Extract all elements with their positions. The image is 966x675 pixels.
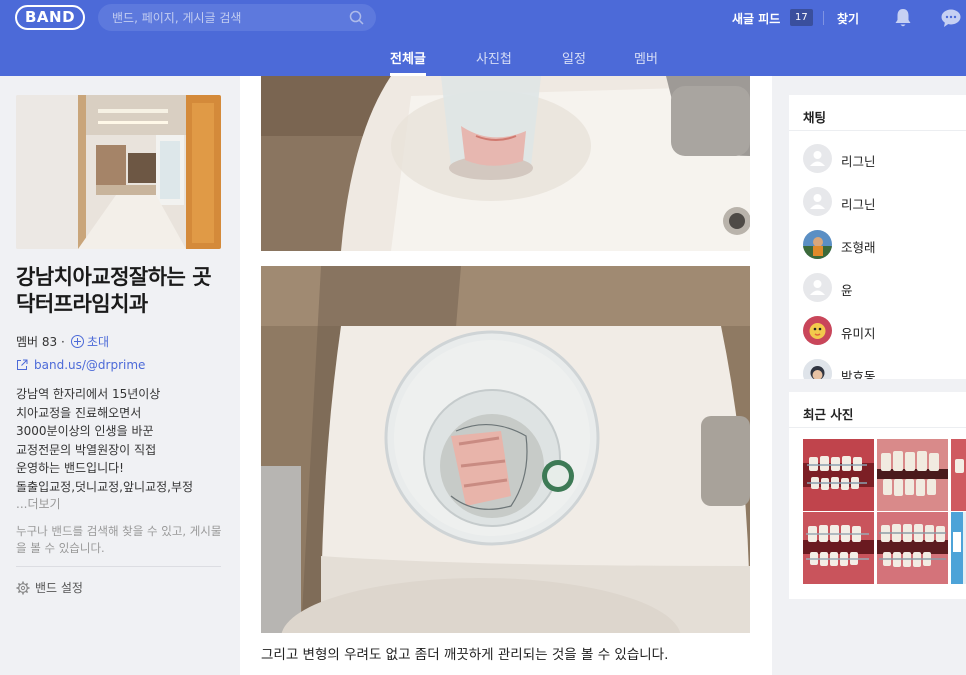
avatar [803,359,832,379]
search-icon[interactable] [349,10,364,25]
search-bar[interactable] [98,4,376,31]
chat-name: 리그닌 [841,154,876,169]
chat-panel-title: 채팅 [803,110,827,125]
tab-calendar[interactable]: 일정 [562,48,586,67]
default-avatar-icon [803,144,832,173]
default-avatar-icon [803,187,832,216]
divider [789,130,966,131]
invite-button[interactable]: 초대 [71,333,109,350]
description-line: 치아교정을 진료해오면서 [16,405,142,420]
search-input[interactable] [112,4,342,31]
band-title: 강남치아교정잘하는 곳 닥터프라임치과 [16,265,212,316]
band-cover-image[interactable] [16,95,221,249]
avatar [803,316,832,345]
band-logo[interactable]: BAND [15,5,85,30]
right-sidebar: 채팅 리그닌 리그닌 조형래 윤 유미지 박효동 최근 사진 [772,76,966,675]
tab-album[interactable]: 사진첩 [476,48,512,67]
photo-thumbnail[interactable] [951,512,966,584]
tab-members[interactable]: 멤버 [634,48,658,67]
external-link-icon [17,359,28,370]
notification-bell-icon[interactable] [894,8,912,28]
find-link[interactable]: 찾기 [837,10,859,27]
chat-name: 조형래 [841,240,876,255]
post-photo[interactable] [261,266,750,633]
band-description: 강남역 한자리에서 15년이상 치아교정을 진료해오면서 3000분이상의 인생… [16,385,236,496]
post-caption: 그리고 변형의 우려도 없고 좀더 깨끗하게 관리되는 것을 볼 수 있습니다. [261,647,669,663]
recent-photos-title: 최근 사진 [803,407,854,422]
description-line: 3000분이상의 인생을 바꾼 [16,424,154,438]
gear-icon [16,581,30,595]
invite-label: 초대 [87,335,110,349]
member-count[interactable]: 멤버 83 · [16,333,65,350]
tab-all-posts[interactable]: 전체글 [390,48,426,76]
description-line: 교정전문의 박열원장이 직접 [16,442,157,457]
band-info-sidebar: 강남치아교정잘하는 곳 닥터프라임치과 멤버 83 · 초대 band.us/@… [0,76,240,675]
description-line: 강남역 한자리에서 15년이상 [16,387,161,401]
band-settings-link[interactable]: 밴드 설정 [16,579,83,596]
photo-thumbnail[interactable] [803,512,874,584]
photo-thumbnail[interactable] [877,439,948,511]
post-content: 그리고 변형의 우려도 없고 좀더 깨끗하게 관리되는 것을 볼 수 있습니다. [240,76,772,675]
new-feed-link[interactable]: 새글 피드 [732,10,780,27]
new-feed-count-badge: 17 [790,9,813,26]
photo-thumbnail[interactable] [803,439,874,511]
band-tab-bar: 전체글 사진첩 일정 멤버 [0,36,966,76]
avatar [803,230,832,259]
chat-name: 유미지 [841,326,876,341]
band-settings-label: 밴드 설정 [35,581,83,595]
divider [789,427,966,428]
divider [16,566,221,567]
chat-panel: 채팅 리그닌 리그닌 조형래 윤 유미지 박효동 [789,95,966,379]
plus-circle-icon [71,335,84,348]
chat-name: 리그닌 [841,197,876,212]
default-avatar-icon [803,273,832,302]
photo-thumbnail[interactable] [951,439,966,511]
band-url-link[interactable]: band.us/@drprime [16,358,145,372]
chat-name: 윤 [841,283,853,298]
post-photo[interactable] [261,76,750,251]
chat-name: 박효동 [841,369,876,379]
show-more-link[interactable]: ...더보기 [16,495,61,512]
description-line: 돌출입교정,덧니교정,앞니교정,부정 [16,479,194,494]
photo-thumbnail[interactable] [877,512,948,584]
recent-photos-panel: 최근 사진 [789,392,966,599]
chat-bubble-icon[interactable] [941,9,961,27]
description-line: 운영하는 밴드입니다! [16,461,124,475]
top-navigation-bar: BAND 새글 피드 17 찾기 [0,0,966,36]
band-url-text: band.us/@drprime [34,358,146,372]
public-band-notice: 누구나 밴드를 검색해 찾을 수 있고, 게시물을 볼 수 있습니다. [16,524,222,555]
header-divider [823,11,824,25]
